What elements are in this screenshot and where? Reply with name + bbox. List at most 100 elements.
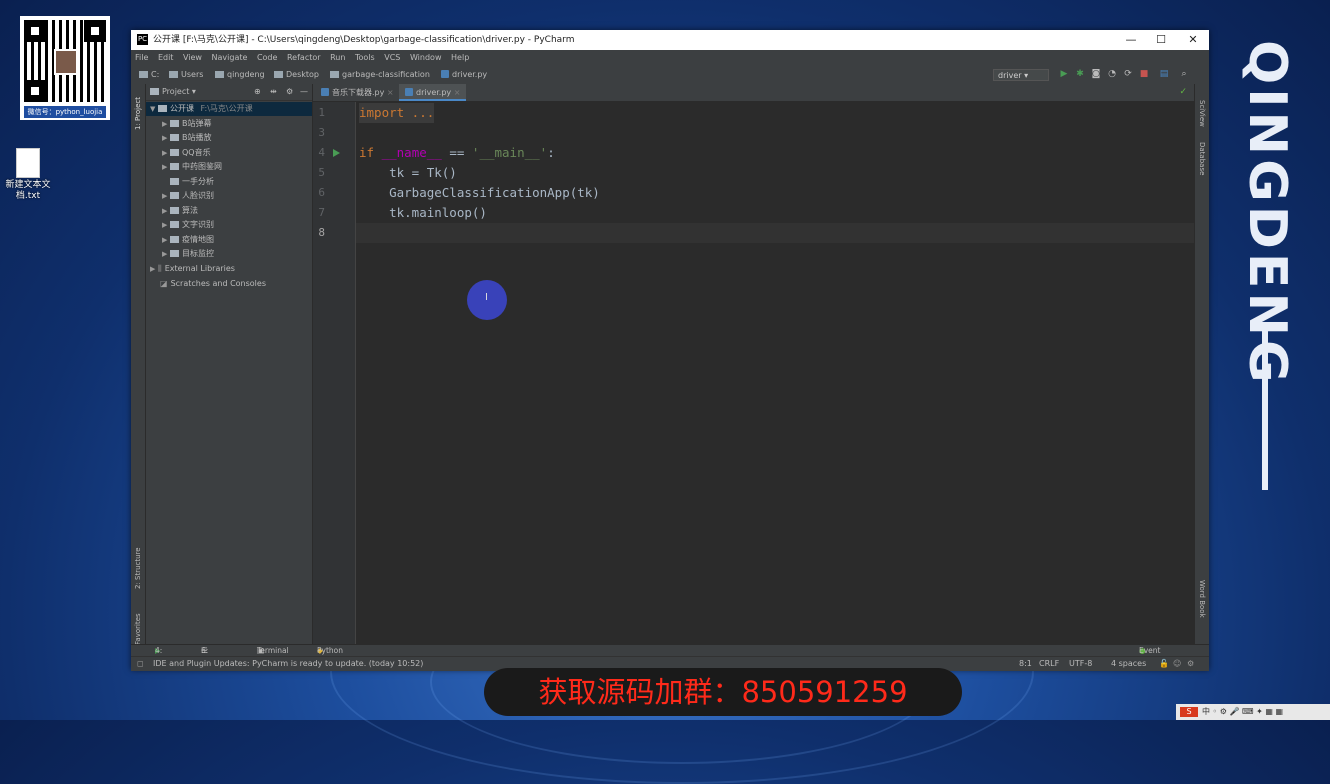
qr-avatar [54,49,78,75]
stop-icon[interactable]: ■ [1139,69,1149,80]
settings-icon[interactable]: ⚙ [1187,657,1194,671]
menu-view[interactable]: View [183,53,202,62]
library-icon: ⫼ [158,264,162,273]
close-tab-icon[interactable]: × [387,88,394,97]
code-line-4: if __name__ == '__main__': [359,145,555,160]
tree-item[interactable]: ▶ B站弹幕 [162,117,212,131]
menu-run[interactable]: Run [330,53,345,62]
window-title: 公开课 [F:\马克\公开课] - C:\Users\qingdeng\Desk… [153,35,575,45]
gear-icon[interactable]: ⚙ [286,84,293,100]
qr-finder [88,24,102,38]
wordbook-tool-button[interactable]: Word Book [1198,580,1206,630]
project-structure-icon[interactable]: ▤ [1159,69,1169,80]
gutter: 1 3 4 5 6 7 8 [313,102,356,644]
debug-icon[interactable]: ✱ [1075,69,1085,80]
right-tool-strip: SciView Database Word Book [1194,84,1209,644]
coverage-icon[interactable]: ◙ [1091,69,1101,80]
folder-icon [330,71,339,78]
menu-tools[interactable]: Tools [355,53,375,62]
locate-icon[interactable]: ⊕ [254,84,261,100]
concurrency-icon[interactable]: ⟳ [1123,69,1133,80]
breadcrumb-file[interactable]: driver.py [441,66,487,84]
scratches-icon: ◪ [160,279,168,288]
status-toggle-icon[interactable]: ◻ [137,657,144,671]
run-icon[interactable]: ▶ [1059,69,1069,80]
folder-icon [170,207,179,214]
ime-icon[interactable]: S [1180,707,1198,717]
tree-item[interactable]: ▶ 文字识别 [162,218,214,232]
code-line-7: tk.mainloop() [359,205,487,220]
folder-icon [170,120,179,127]
menu-bar: File Edit View Navigate Code Refactor Ru… [131,50,1209,66]
menu-code[interactable]: Code [257,53,277,62]
breadcrumb-c[interactable]: C: [139,66,159,84]
menu-navigate[interactable]: Navigate [212,53,248,62]
expand-icon: ▶ [162,134,168,142]
tree-item[interactable]: 一手分析 [170,175,214,189]
menu-help[interactable]: Help [451,53,469,62]
breadcrumb-qingdeng[interactable]: qingdeng [215,66,265,84]
structure-tool-button[interactable]: 2: Structure [134,539,142,589]
file-encoding[interactable]: UTF-8 [1069,657,1092,671]
run-gutter-icon[interactable] [333,149,340,157]
project-tool-button[interactable]: 1: Project [134,90,142,130]
folder-icon [170,178,179,185]
expand-icon: ▶ [162,236,168,244]
tree-item[interactable]: ▶ 疫情地图 [162,233,214,247]
caret-position[interactable]: 8:1 [1019,657,1032,671]
status-message[interactable]: IDE and Plugin Updates: PyCharm is ready… [153,657,423,671]
tab-music-downloader[interactable]: 音乐下载器.py × [315,84,400,101]
close-tab-icon[interactable]: × [454,88,461,97]
database-tool-button[interactable]: Database [1198,142,1206,182]
close-button[interactable]: ✕ [1177,30,1209,50]
run-config-select[interactable]: driver ▾ [993,69,1049,81]
folder-icon [170,163,179,170]
folder-icon [150,88,159,95]
tab-driver[interactable]: driver.py × [399,84,467,101]
expand-icon: ▶ [162,120,168,128]
maximize-button[interactable]: ☐ [1145,30,1177,50]
folder-icon [170,134,179,141]
indent-setting[interactable]: 4 spaces [1111,657,1146,671]
tree-item[interactable]: ▶ 算法 [162,204,198,218]
line-number: 4 [318,146,325,159]
tree-item[interactable]: ▶ QQ音乐 [162,146,211,160]
tree-item[interactable]: ▶ 目标监控 [162,247,214,261]
tree-item[interactable]: ▶ B站播放 [162,131,212,145]
line-number: 3 [318,126,325,139]
menu-file[interactable]: File [135,53,148,62]
tree-item[interactable]: ▶ 中药图鉴网 [162,160,222,174]
inspection-ok-icon: ✓ [1179,87,1187,97]
menu-refactor[interactable]: Refactor [287,53,321,62]
expand-icon: ▼ [150,105,156,113]
inspector-icon[interactable]: ☺ [1173,657,1181,671]
tree-item[interactable]: ▶ 人脸识别 [162,189,214,203]
menu-edit[interactable]: Edit [158,53,174,62]
tray-icons[interactable]: 中 ◦ ⚙ 🎤 ⌨ ✦ ▦ ▦ [1202,704,1283,720]
hide-icon[interactable]: — [300,84,308,100]
code-editor[interactable]: 1 3 4 5 6 7 8 import ... if __name__ == … [313,102,1195,644]
desktop-icon-label[interactable]: 新建文本文档.txt [2,180,54,202]
breadcrumb-project[interactable]: garbage-classification [330,66,430,84]
text-file-icon[interactable] [12,148,42,178]
line-separator[interactable]: CRLF [1039,657,1059,671]
lock-icon[interactable]: 🔓 [1159,657,1169,671]
collapse-icon[interactable]: ⇹ [270,84,277,100]
expand-icon: ▶ [162,207,168,215]
menu-window[interactable]: Window [410,53,442,62]
line-number: 6 [318,186,325,199]
mouse-cursor-highlight: I [467,280,507,320]
search-icon[interactable]: ⌕ [1179,69,1189,80]
tree-external-libraries[interactable]: ▶ ⫼ External Libraries [150,262,235,276]
minimize-button[interactable]: — [1115,30,1147,50]
breadcrumb-desktop[interactable]: Desktop [274,66,319,84]
tree-scratches[interactable]: ◪ Scratches and Consoles [160,277,266,291]
tree-root[interactable]: ▼ 公开课 F:\马克\公开课 [146,102,312,116]
sciview-tool-button[interactable]: SciView [1198,100,1206,130]
system-tray: S 中 ◦ ⚙ 🎤 ⌨ ✦ ▦ ▦ [1176,704,1330,720]
menu-vcs[interactable]: VCS [384,53,400,62]
profile-icon[interactable]: ◔ [1107,69,1117,80]
breadcrumb-users[interactable]: Users [169,66,203,84]
expand-icon: ▶ [162,192,168,200]
project-view-select[interactable]: Project ▾ [150,84,196,100]
